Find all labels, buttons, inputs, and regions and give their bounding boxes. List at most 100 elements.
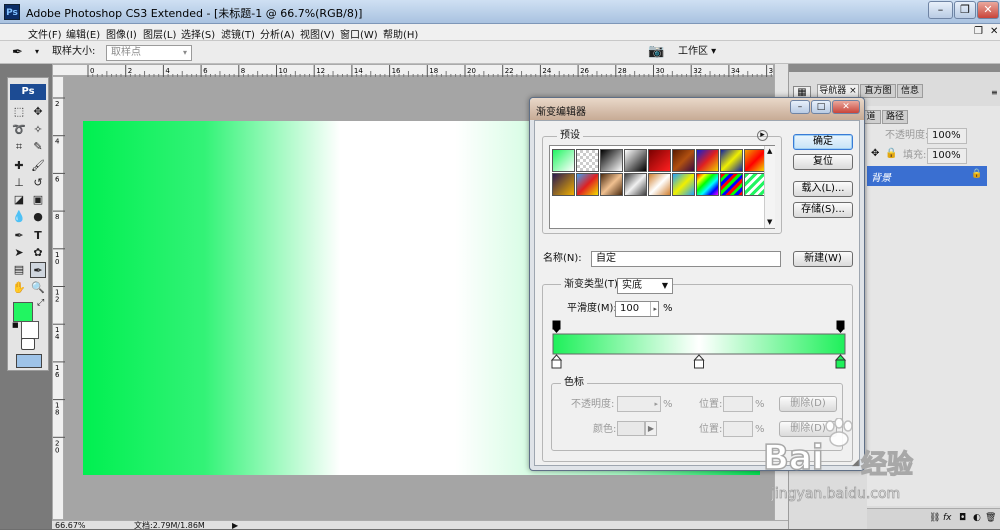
eyedropper-tool-icon[interactable]: ✒ — [12, 45, 23, 60]
new-button[interactable]: 新建(W) — [793, 251, 853, 267]
notes-tool-icon[interactable]: ▤ — [11, 262, 27, 278]
gradient-preset-swatch[interactable] — [624, 173, 647, 196]
camera-icon[interactable]: 📷 — [648, 44, 664, 59]
smoothness-input[interactable]: 100 ▸ — [615, 301, 659, 317]
menu-window[interactable]: 窗口(W) — [340, 25, 378, 42]
workspace-button[interactable]: 工作区 ▾ — [678, 45, 716, 59]
gradient-preset-swatch[interactable] — [720, 173, 743, 196]
delete-layer-icon[interactable]: 🗑 — [985, 513, 996, 523]
scroll-down-icon[interactable]: ▼ — [767, 218, 772, 226]
scroll-up-icon[interactable]: ▲ — [767, 147, 772, 155]
opacity-stop-right[interactable] — [836, 320, 845, 333]
crop-tool-icon[interactable]: ⌗ — [11, 139, 27, 155]
opacity-stop-left[interactable] — [552, 320, 561, 333]
marquee-tool-icon[interactable]: ⬚ — [11, 104, 27, 120]
background-color-swatch[interactable] — [21, 321, 39, 339]
screen-mode-icon[interactable] — [16, 354, 42, 368]
gradient-preset-swatch[interactable] — [552, 173, 575, 196]
gradient-type-select[interactable]: 实底 ▼ — [617, 278, 673, 294]
brush-tool-icon[interactable]: 🖌 — [30, 158, 46, 174]
stop-color-menu-icon[interactable]: ▶ — [645, 421, 657, 436]
gradient-preset-swatch[interactable] — [600, 173, 623, 196]
quick-mask-icon[interactable] — [21, 338, 35, 350]
foreground-color-swatch[interactable] — [13, 302, 33, 322]
gradient-preset-swatch[interactable] — [696, 149, 719, 172]
menu-analysis[interactable]: 分析(A) — [260, 25, 295, 42]
adjustment-layer-icon[interactable]: ◐ — [973, 513, 981, 523]
gradient-preset-swatch[interactable] — [720, 149, 743, 172]
close-doc-icon[interactable]: ✕ — [990, 26, 998, 37]
gradient-preset-swatch[interactable] — [672, 173, 695, 196]
zoom-tool-icon[interactable]: 🔍 — [30, 280, 46, 296]
clone-stamp-tool-icon[interactable]: ⊥ — [11, 175, 27, 191]
blur-tool-icon[interactable]: 💧 — [11, 209, 27, 225]
layer-row-background[interactable]: 背景 🔒 — [867, 166, 987, 186]
default-colors-icon[interactable]: ■ — [12, 321, 19, 329]
layer-fill-input[interactable]: 100% — [927, 148, 967, 164]
eraser-tool-icon[interactable]: ◪ — [11, 192, 27, 208]
smoothness-stepper-icon[interactable]: ▸ — [650, 302, 657, 316]
gradient-preset-swatch[interactable] — [648, 173, 671, 196]
restore-button[interactable]: ❐ — [954, 1, 976, 19]
menu-help[interactable]: 帮助(H) — [383, 25, 418, 42]
tool-preset-dropdown-icon[interactable]: ▾ — [35, 47, 39, 56]
restore-doc-icon[interactable]: ❐ — [974, 26, 983, 37]
delete-opacity-stop-button[interactable]: 删除(D) — [779, 396, 837, 412]
panel-menu-icon[interactable]: ≡ — [991, 88, 998, 97]
dialog-maximize-button[interactable]: □ — [811, 100, 831, 114]
history-brush-tool-icon[interactable]: ↺ — [30, 175, 46, 191]
minimize-button[interactable]: – — [928, 1, 953, 19]
presets-menu-icon[interactable]: ▸ — [757, 130, 768, 141]
dialog-minimize-button[interactable]: – — [790, 100, 810, 114]
healing-brush-tool-icon[interactable]: ✚ — [11, 158, 27, 174]
menu-select[interactable]: 选择(S) — [181, 25, 215, 42]
color-stop-left[interactable] — [551, 354, 563, 369]
tab-info[interactable]: 信息 — [897, 84, 923, 98]
stop-opacity-input[interactable]: ▸ — [617, 396, 661, 412]
gradient-preset-swatch[interactable] — [576, 173, 599, 196]
layer-mask-icon[interactable]: ◘ — [959, 513, 966, 523]
name-input[interactable]: 自定 — [591, 251, 781, 267]
menu-view[interactable]: 视图(V) — [300, 25, 335, 42]
menu-file[interactable]: 文件(F) — [28, 25, 62, 42]
gradient-preset-swatch[interactable] — [624, 149, 647, 172]
gradient-preset-swatch[interactable] — [696, 173, 719, 196]
color-midpoint-stop[interactable] — [693, 354, 705, 369]
gradient-preset-swatch[interactable] — [551, 148, 576, 173]
gradient-preset-swatch[interactable] — [600, 149, 623, 172]
layer-opacity-input[interactable]: 100% — [927, 128, 967, 144]
stop-color-swatch[interactable] — [617, 421, 645, 436]
gradient-preset-swatch[interactable] — [648, 149, 671, 172]
stop-opacity-stepper-icon[interactable]: ▸ — [654, 397, 658, 411]
dodge-tool-icon[interactable]: ● — [30, 209, 46, 225]
slice-tool-icon[interactable]: ✎ — [30, 139, 46, 155]
swap-colors-icon[interactable]: ⤢ — [37, 298, 44, 308]
hand-tool-icon[interactable]: ✋ — [11, 280, 27, 296]
load-button[interactable]: 载入(L)... — [793, 181, 853, 197]
gradient-tool-icon[interactable]: ▣ — [30, 192, 46, 208]
tab-histogram[interactable]: 直方图 — [860, 84, 896, 98]
menu-edit[interactable]: 编辑(E) — [66, 25, 100, 42]
tab-paths[interactable]: 路径 — [882, 110, 908, 124]
menu-image[interactable]: 图像(I) — [106, 25, 137, 42]
eyedropper-tool-selected-icon[interactable]: ✒ — [30, 262, 46, 278]
path-selection-tool-icon[interactable]: ➤ — [11, 245, 27, 261]
gradient-preview-bar[interactable] — [552, 333, 846, 355]
lock-all-icon[interactable]: 🔒 — [885, 148, 897, 159]
presets-scrollbar[interactable]: ▲ ▼ — [764, 146, 775, 228]
shape-tool-icon[interactable]: ✿ — [30, 245, 46, 261]
close-button[interactable]: ✕ — [977, 1, 999, 19]
lasso-tool-icon[interactable]: ➰ — [11, 122, 27, 138]
move-tool-icon[interactable]: ✥ — [30, 104, 46, 120]
reset-button[interactable]: 复位 — [793, 154, 853, 170]
magic-wand-tool-icon[interactable]: ✧ — [30, 122, 46, 138]
ok-button[interactable]: 确定 — [793, 134, 853, 150]
menu-layer[interactable]: 图层(L) — [143, 25, 176, 42]
menu-filter[interactable]: 滤镜(T) — [221, 25, 255, 42]
layer-style-icon[interactable]: fx — [943, 513, 952, 523]
color-stop-right[interactable] — [834, 354, 847, 369]
save-button[interactable]: 存储(S)... — [793, 202, 853, 218]
type-tool-icon[interactable]: T — [30, 228, 46, 244]
stop-location-input[interactable] — [723, 396, 753, 412]
link-layers-icon[interactable]: ⛓ — [929, 513, 940, 523]
